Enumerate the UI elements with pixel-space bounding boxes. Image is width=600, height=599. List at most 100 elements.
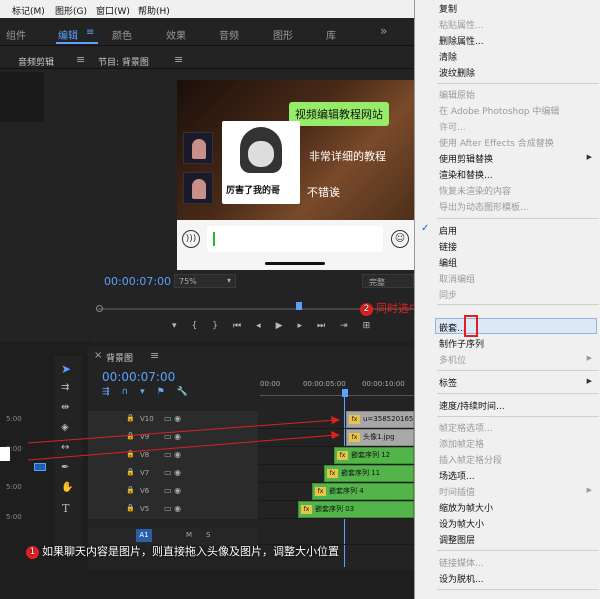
menu-item-adjustment-layer[interactable]: 调整图层	[439, 533, 475, 546]
timeline-menu-icon[interactable]: ≡	[150, 349, 159, 362]
menu-marker[interactable]: 标记(M)	[12, 4, 45, 17]
menu-item-copy[interactable]: 复制	[439, 2, 457, 15]
menu-item-scale-to-frame[interactable]: 缩放为帧大小	[439, 501, 493, 514]
tab-audio[interactable]: 音频	[219, 27, 239, 42]
clip[interactable]: fx 嵌套序列 4	[312, 483, 414, 500]
submenu-arrow-icon: ▶	[586, 377, 592, 385]
thumbnail[interactable]	[0, 447, 10, 461]
tab-effects[interactable]: 效果	[166, 27, 186, 42]
menu-item-replace-with-clip[interactable]: 使用剪辑替换	[439, 152, 493, 165]
track-header[interactable]: V9 🔒 ▭ ◉	[88, 429, 258, 447]
scrub-handle[interactable]	[96, 305, 103, 312]
chat-bubble: 非常详细的教程	[309, 150, 386, 163]
tab-menu-icon[interactable]: ≡	[86, 27, 94, 38]
timeline-panel: × 背景图 ≡ 00:00:07:00 ⇶∩▾⚑🔧 00:00 00:00:05…	[88, 345, 414, 570]
a1-source-button[interactable]: A1	[136, 529, 152, 542]
menu-item-license: 许可...	[439, 123, 466, 133]
playhead-icon[interactable]	[342, 389, 348, 397]
menu-item-link[interactable]: 链接	[439, 240, 457, 253]
track-select-icon[interactable]: ⇉	[61, 382, 69, 393]
tab-color[interactable]: 颜色	[112, 27, 132, 42]
menu-item-nest[interactable]: 嵌套...	[439, 321, 466, 334]
menu-item-make-subsequence[interactable]: 制作子序列	[439, 337, 484, 350]
menu-item-time-interpolation: 时间插值	[439, 488, 476, 498]
menu-item-group[interactable]: 编组	[439, 256, 457, 269]
panel-menu-icon[interactable]: ≡	[76, 53, 85, 66]
clip-thumb-icon[interactable]	[34, 463, 46, 471]
step-badge: 1	[26, 545, 39, 559]
ripple-edit-icon[interactable]: ⇹	[61, 402, 69, 413]
clip[interactable]: fxu=3585201659,	[346, 411, 414, 428]
menu-item-add-frame-hold: 添加帧定格	[439, 440, 485, 450]
menu-item-frame-hold-options: 帧定格选项...	[439, 424, 493, 434]
menu-item-label[interactable]: 标签	[439, 376, 457, 389]
menu-item-clear[interactable]: 清除	[439, 50, 457, 63]
menu-item-enable[interactable]: 启用	[439, 224, 457, 237]
clip[interactable]: fx 嵌套序列 12	[334, 447, 414, 464]
meme-image: 厉害了我的哥	[222, 121, 300, 204]
quality-select[interactable]: 完整	[362, 274, 414, 288]
menu-item-field-options[interactable]: 场选项...	[439, 469, 475, 482]
zoom-select[interactable]: 75% ▾	[174, 274, 236, 288]
tab-libraries[interactable]: 库	[326, 27, 336, 42]
track-v7: V7 🔒 ▭ ◉ fx 嵌套序列 11	[88, 465, 414, 483]
chat-bubble: 视频编辑教程网站	[289, 102, 389, 126]
track-header[interactable]: V8 🔒 ▭ ◉	[88, 447, 258, 465]
program-timecode[interactable]: 00:00:07:00	[104, 275, 171, 288]
track-header[interactable]: V5 🔒 ▭ ◉	[88, 501, 258, 519]
menu-graphics[interactable]: 图形(G)	[55, 4, 87, 17]
ruler-line	[260, 395, 414, 396]
meme-caption: 厉害了我的哥	[226, 186, 281, 196]
track-v9: V9 🔒 ▭ ◉ fx 头像1.jpg	[88, 429, 414, 447]
menu-item-ripple-delete[interactable]: 波纹删除	[439, 66, 475, 79]
menu-help[interactable]: 帮助(H)	[138, 4, 170, 17]
menu-separator	[437, 370, 599, 371]
track-header[interactable]: V7 🔒 ▭ ◉	[88, 465, 258, 483]
menu-item-render-replace[interactable]: 渲染和替换...	[439, 168, 493, 181]
menu-window[interactable]: 窗口(W)	[96, 4, 130, 17]
menu-item-set-to-frame[interactable]: 设为帧大小	[439, 517, 484, 530]
ruler-tick: 00:00:10:00	[362, 380, 405, 388]
menu-item-remove-attributes[interactable]: 删除属性...	[439, 34, 484, 47]
hand-icon[interactable]: ✋	[61, 482, 73, 493]
tab-assembly[interactable]: 组件	[6, 27, 26, 42]
track-v6: V6 🔒 ▭ ◉ fx 嵌套序列 4	[88, 483, 414, 501]
selection-tool-icon[interactable]: ➤	[61, 362, 71, 376]
menu-item-multicam: 多机位	[439, 356, 467, 366]
menu-item-ungroup: 取消编组	[439, 275, 476, 285]
solo-button[interactable]: S	[206, 531, 210, 539]
value-label: 5:00	[6, 513, 22, 521]
tab-graphics[interactable]: 图形	[273, 27, 293, 42]
close-icon[interactable]: ×	[94, 350, 102, 361]
submenu-arrow-icon: ▶	[586, 153, 592, 161]
playhead-icon[interactable]	[296, 302, 302, 310]
context-menu: 复制 粘贴属性... 删除属性... 清除 波纹删除 编辑原始 在 Adobe …	[414, 0, 600, 599]
workspace-tabs: 组件 编辑 ≡ 颜色 效果 音频 图形 库 »	[0, 18, 414, 46]
transport-controls[interactable]: ▾{}⏮◂▶▸⏭⇥⊞	[172, 321, 414, 335]
track-header[interactable]: V6 🔒 ▭ ◉	[88, 483, 258, 501]
emoji-icon: ☺	[391, 230, 409, 248]
razor-icon[interactable]: ◈	[61, 422, 69, 433]
mute-button[interactable]: M	[186, 531, 192, 539]
type-tool-icon[interactable]: T	[62, 502, 69, 515]
menu-separator	[437, 304, 599, 305]
clip[interactable]: fx 嵌套序列 11	[324, 465, 414, 482]
tab-editing[interactable]: 编辑	[58, 27, 78, 42]
timeline-timecode[interactable]: 00:00:07:00	[102, 370, 175, 384]
active-tab-indicator	[56, 42, 98, 44]
cursor-highlight	[464, 315, 478, 337]
menu-item-paste-attributes: 粘贴属性...	[439, 21, 484, 31]
timeline-tool-icons[interactable]: ⇶∩▾⚑🔧	[102, 387, 222, 399]
menu-item-speed-duration[interactable]: 速度/持续时间...	[439, 399, 505, 412]
pen-icon[interactable]: ✒	[61, 462, 69, 473]
track-header[interactable]: V10 🔒 ▭ ◉	[88, 411, 258, 429]
clip[interactable]: fx 嵌套序列 03	[298, 501, 414, 518]
menu-separator	[437, 393, 599, 394]
menu-item-replace-ae: 使用 After Effects 合成替换	[439, 139, 554, 149]
program-menu-icon[interactable]: ≡	[174, 53, 183, 66]
menu-item-make-offline[interactable]: 设为脱机...	[439, 572, 484, 585]
submenu-arrow-icon: ▶	[586, 486, 592, 494]
clip[interactable]: fx 头像1.jpg	[346, 429, 414, 446]
slip-icon[interactable]: ↔	[61, 442, 69, 453]
more-icon[interactable]: »	[380, 24, 387, 38]
